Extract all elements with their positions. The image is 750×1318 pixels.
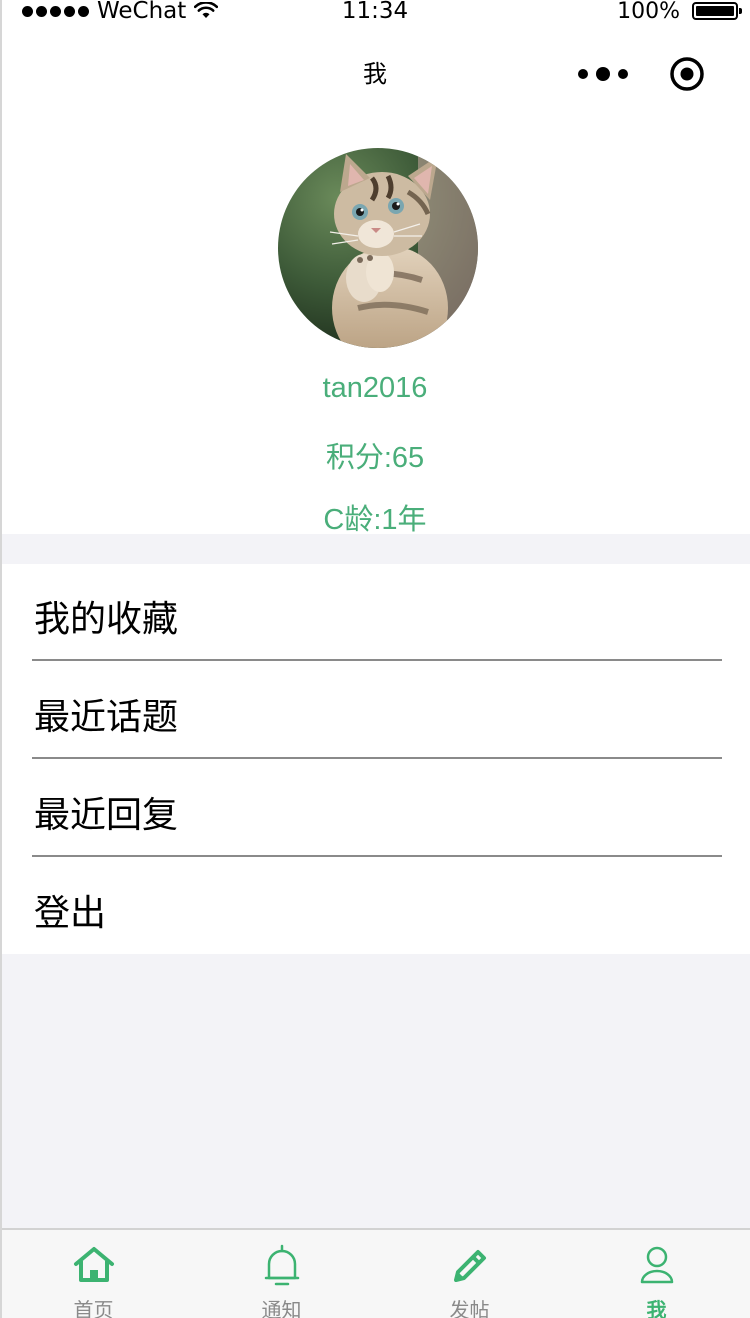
home-icon <box>72 1244 116 1288</box>
tab-me[interactable]: 我 <box>563 1230 750 1318</box>
status-right: 100% <box>617 0 742 24</box>
battery-icon <box>692 2 742 20</box>
profile-card: tan2016 积分:65 C龄:1年 <box>0 122 750 536</box>
menu-item-label: 最近回复 <box>34 795 179 836</box>
c-age-label: C龄:1年 <box>323 504 427 536</box>
screen: WeChat 11:34 100% 我 tan2016 积分:65 C龄:1年 … <box>0 0 750 1318</box>
more-dots-icon[interactable] <box>578 62 628 86</box>
tab-home[interactable]: 首页 <box>0 1230 187 1318</box>
tab-bar: 首页 通知 发帖 我 <box>0 1228 750 1318</box>
menu-item-label: 登出 <box>34 893 107 934</box>
menu-item-label: 我的收藏 <box>34 599 179 640</box>
tab-notifications[interactable]: 通知 <box>188 1230 375 1318</box>
tab-label: 通知 <box>261 1298 302 1318</box>
username: tan2016 <box>322 372 428 404</box>
battery-percentage: 100% <box>617 0 680 24</box>
menu-item-recent-topics[interactable]: 最近话题 <box>32 662 722 759</box>
nav-bar: 我 <box>0 26 750 122</box>
capsule-target-icon[interactable] <box>669 56 705 92</box>
menu-item-recent-replies[interactable]: 最近回复 <box>32 760 722 857</box>
edge-line <box>0 0 2 1318</box>
user-icon <box>635 1244 679 1288</box>
tab-label: 我 <box>646 1298 667 1318</box>
status-bar: WeChat 11:34 100% <box>0 0 750 26</box>
menu-item-logout[interactable]: 登出 <box>32 858 722 955</box>
tab-label: 发帖 <box>449 1298 490 1318</box>
tab-label: 首页 <box>73 1298 114 1318</box>
page-title: 我 <box>363 60 387 88</box>
tab-post[interactable]: 发帖 <box>376 1230 563 1318</box>
menu-item-favorites[interactable]: 我的收藏 <box>32 564 722 661</box>
menu-item-label: 最近话题 <box>34 697 179 738</box>
points-label: 积分:65 <box>325 442 425 474</box>
bell-icon <box>260 1244 304 1288</box>
menu-list: 我的收藏 最近话题 最近回复 登出 <box>0 564 750 954</box>
pencil-icon <box>448 1244 492 1288</box>
avatar[interactable] <box>278 148 478 348</box>
